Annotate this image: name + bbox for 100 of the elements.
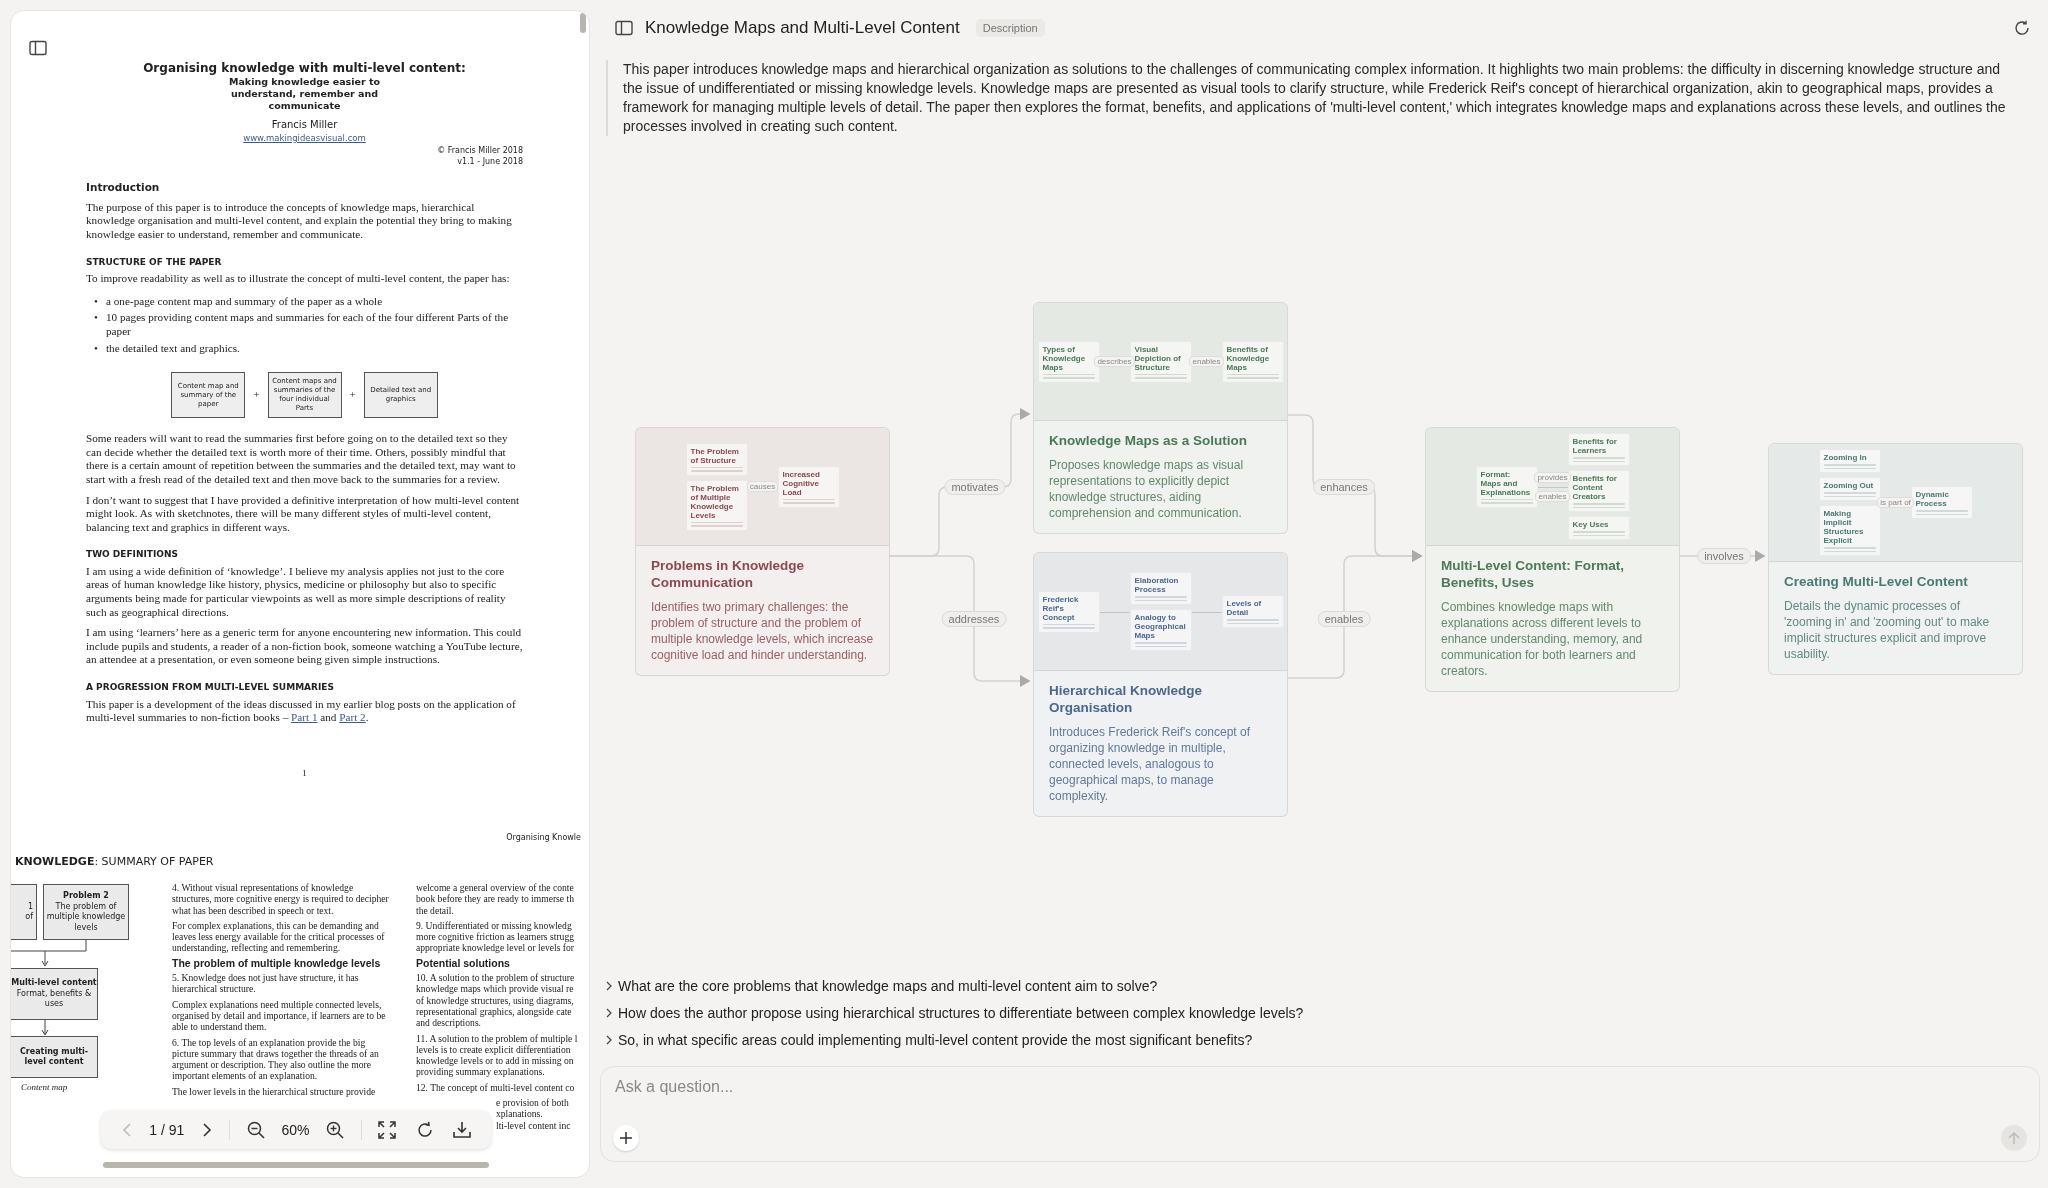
topic-card[interactable] xyxy=(1425,427,1680,692)
copyright-text: © Francis Miller 2018 xyxy=(437,145,523,157)
text-line: and descriptions. xyxy=(416,1017,481,1029)
card-description: Combines knowledge maps with explanations across different levels to enhance understanding, memory, and communication for both learners and creators. xyxy=(1441,599,1644,679)
text-line: book before they are ready to immerse th xyxy=(416,893,574,905)
card-title: Knowledge Maps as a Solution xyxy=(1049,432,1249,449)
plus-icon xyxy=(619,1131,633,1145)
text-line: of knowledge structures, using diagrams, xyxy=(416,994,574,1006)
mini-edge-label: enables xyxy=(1535,490,1570,502)
page-number: 1 xyxy=(302,768,307,779)
card-title: Problems in Knowledge Communication xyxy=(651,557,806,591)
section-subheading: TWO DEFINITIONS xyxy=(86,548,179,562)
map-preview[interactable]: Format: Maps and Explanations provides enables Benefits for Learners Benefits for Content Creators Key Uses xyxy=(1426,428,1679,546)
edge-label: motivates xyxy=(944,479,1006,495)
paragraph: For complex explanations, this can be demanding and leaves less energy available for the critical processes of understanding, reflecting and remembering. xyxy=(172,919,386,954)
connector-arrow xyxy=(41,1020,51,1036)
map-box: 1 of xyxy=(11,884,37,940)
card-title: Creating Multi-Level Content xyxy=(1784,573,1969,590)
text-line: e provision of both xyxy=(496,1097,569,1109)
mini-card-title: Making Implicit Structures Explicit xyxy=(1823,509,1865,545)
section-heading: The problem of multiple knowledge levels xyxy=(172,957,382,970)
add-button[interactable] xyxy=(613,1125,639,1151)
document-subtitle: Making knowledge easier to understand, remember and communicate xyxy=(228,76,381,112)
text-line: knowledge maps which provide visual re xyxy=(416,983,574,995)
text-line: welcome a general overview of the conte xyxy=(416,882,574,893)
mini-card-title: Analogy to Geographical Maps xyxy=(1134,613,1187,640)
mini-card-title: Benefits for Content Creators xyxy=(1572,474,1618,501)
edge-label: involves xyxy=(1697,548,1751,564)
paragraph: 4. Without visual representations of knowledge structures, more cognitive energy is required to decipher what has been described in speech or text. xyxy=(172,882,390,916)
mini-card-title: Zooming Out xyxy=(1823,481,1875,490)
plus-sign: + xyxy=(349,388,356,402)
paragraph: 6. The top levels of an explanation provide the big picture summary that draws together the threads of an argument or description. They also outline the more important elements of an explanation. xyxy=(172,1036,380,1082)
mini-card-title: Elaboration Process xyxy=(1134,576,1180,594)
website-link[interactable]: www.makingideasvisual.com xyxy=(243,131,366,146)
paragraph: This paper is a development of the ideas discussed in my earlier blog posts on the application of multi-level summaries to non-fiction books – Part 1 and Part 2. xyxy=(86,697,517,725)
section-heading: Potential solutions xyxy=(416,957,511,970)
topic-card[interactable] xyxy=(1033,552,1288,817)
topic-card[interactable] xyxy=(1768,443,2023,675)
topic-card[interactable] xyxy=(1033,302,1288,534)
bullet-marker: • xyxy=(93,311,99,326)
card-description: Proposes knowledge maps as visual representations to explicitly depict knowledge structures, aiding comprehension and communication. xyxy=(1049,457,1245,521)
suggested-question[interactable]: How does the author propose using hierarchical structures to differentiate between complex knowledge levels? xyxy=(605,1005,2040,1021)
bullet-item: the detailed text and graphics. xyxy=(106,341,240,356)
topic-card[interactable] xyxy=(635,427,890,676)
bullet-marker: • xyxy=(93,294,99,309)
section-subheading: STRUCTURE OF THE PAPER xyxy=(86,255,223,269)
map-box: Problem 2 The problem of multiple knowledge levels xyxy=(43,884,129,940)
mini-edge-label: describes xyxy=(1094,356,1135,367)
description-tag: Description xyxy=(975,19,1045,37)
chevron-icon xyxy=(200,1122,213,1138)
mini-card-title: The Problem of Multiple Knowledge Levels xyxy=(690,483,740,520)
arrow-up-icon xyxy=(2007,1131,2021,1145)
text-line: representational graphics, alongside cate xyxy=(416,1005,572,1017)
map-preview[interactable]: Frederick Reif's Concept Elaboration Process Analogy to Geographical Maps Levels of Detail xyxy=(1034,553,1287,671)
paragraph: Complex explanations need multiple connected levels, organised by detail and importance, if learners are to be able to understand them. xyxy=(172,998,387,1033)
text-line: providing summary explanations. xyxy=(416,1066,545,1078)
map-box: Multi-level content Format, benefits & uses xyxy=(11,968,98,1020)
suggested-question[interactable]: So, in what specific areas could implementing multi-level content provide the most significant benefits? xyxy=(605,1032,2040,1048)
mini-edge-label: causes xyxy=(746,481,779,492)
mini-card-title: Increased Cognitive Load xyxy=(782,469,821,497)
bullet-marker: • xyxy=(93,341,99,356)
page-indicator: 1 / 91 xyxy=(149,1122,185,1138)
question-field[interactable]: Ask a question... xyxy=(613,1077,2027,1097)
paragraph: I am using a wide definition of ‘knowledge’. I believe my analysis applies not just to the core areas of human knowledge like history, physics, medicine or philosophy but also to specific arguments being made for particular viewpoints as well as more simple descriptions of reality such as geographical directions. xyxy=(86,564,507,620)
sidebar-toggle-icon[interactable] xyxy=(29,40,47,56)
text-line: 9. Undifferentiated or missing knowledg xyxy=(416,919,572,931)
mini-edge-label: is part of xyxy=(1877,497,1914,508)
section-subheading: A PROGRESSION FROM MULTI-LEVEL SUMMARIES xyxy=(86,681,335,695)
link[interactable]: Part 1 xyxy=(291,711,318,724)
scrollbar[interactable] xyxy=(103,1162,489,1168)
card-description: Identifies two primary challenges: the problem of structure and the problem of multiple knowledge levels, which increase cognitive load and hinder understanding. xyxy=(651,599,874,663)
mini-card-title: Benefits for Learners xyxy=(1572,437,1618,455)
link[interactable]: Part 2 xyxy=(339,711,366,724)
paragraph: To improve readability as well as to illustrate the concept of multi-level content, the paper has: xyxy=(86,272,511,286)
page-title: Knowledge Maps and Multi-Level Content xyxy=(645,18,960,38)
chevron-icon xyxy=(605,1008,613,1018)
section-heading: Introduction xyxy=(86,181,161,195)
paragraph: I don’t want to suggest that I have provided a definitive interpretation of how multi-level content might look. As with sketchnotes, there will be many different styles of multi-level content, balancing text and graphics in different ways. xyxy=(86,493,521,535)
text-line: levels is to create explicit differentiation xyxy=(416,1043,571,1055)
map-preview[interactable]: Zooming In Zooming Out Making Implicit Structures Explicit is part of Dynamic Process xyxy=(1769,444,2022,562)
page-heading: KNOWLEDGE: SUMMARY OF PAPER xyxy=(15,855,215,868)
mini-card-title: Zooming In xyxy=(1823,453,1868,462)
paragraph: Some readers will want to read the summaries first before going on to the detailed text so they can decide whether the detailed text is worth more of their time. Others, possibly mindful that there is a certain amount of repetition between the summaries and the detailed text, may want to start with a fresh read of the detailed text and then move back to the summaries for a review. xyxy=(86,432,517,487)
text-line: 12. The concept of multi-level content co xyxy=(416,1081,575,1093)
chevron-icon xyxy=(605,1035,613,1045)
paragraph: 5. Knowledge does not just have structure, it has hierarchical structure. xyxy=(172,972,360,995)
suggested-question[interactable]: What are the core problems that knowledge maps and multi-level content aim to solve? xyxy=(605,978,2040,994)
author-name: Francis Miller xyxy=(270,118,339,132)
text-line: xplanations. xyxy=(496,1108,543,1120)
refresh-icon[interactable] xyxy=(2014,20,2030,36)
edge-label: enables xyxy=(1317,611,1371,627)
card-description: Introduces Frederick Reif's concept of organizing knowledge in multiple, connected levels, analogous to geographical maps, to manage complexity. xyxy=(1049,724,1252,804)
paragraph: The lower levels in the hierarchical structure provide xyxy=(172,1085,377,1098)
text-line: appropriate knowledge level or levels for xyxy=(416,942,574,954)
mini-card-title: Format: Maps and Explanations xyxy=(1480,469,1532,497)
sidebar-toggle-icon[interactable] xyxy=(615,20,633,36)
mini-card-title: Key Uses xyxy=(1572,520,1610,529)
scrollbar[interactable] xyxy=(580,13,586,33)
mini-card-title: Frederick Reif's Concept xyxy=(1042,594,1080,622)
card-title: Multi-Level Content: Format, Benefits, Uses xyxy=(1441,557,1625,591)
